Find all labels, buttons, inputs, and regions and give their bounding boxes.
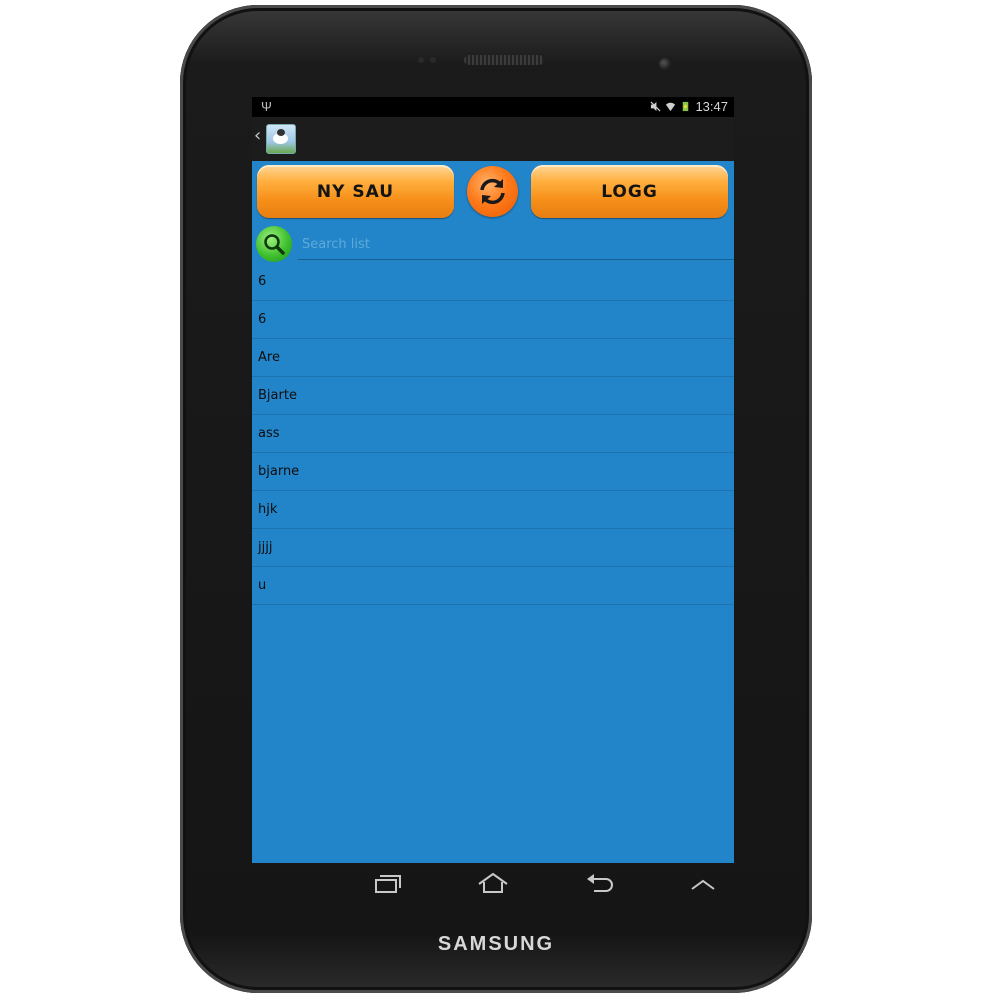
log-button-label: LOGG (601, 181, 658, 202)
status-bar: Ψ 13:47 (252, 97, 734, 117)
list-item[interactable]: 6 (252, 263, 734, 301)
back-caret-icon[interactable]: ‹ (254, 125, 261, 146)
refresh-button[interactable] (467, 166, 518, 217)
list-item[interactable]: ass (252, 415, 734, 453)
search-icon (264, 234, 285, 255)
navigation-bar (252, 863, 734, 905)
sensor-dot (418, 57, 424, 63)
search-button[interactable] (256, 226, 292, 262)
home-icon[interactable] (476, 871, 510, 897)
brand-logo: SAMSUNG (437, 933, 555, 955)
list-item[interactable]: bjarne (252, 453, 734, 491)
log-button[interactable]: LOGG (531, 165, 728, 218)
search-input[interactable] (298, 229, 734, 260)
menu-up-icon[interactable] (688, 871, 718, 897)
battery-icon (683, 101, 689, 112)
action-bar: ‹ (252, 117, 734, 161)
sheep-list: 6 6 Are Bjarte ass bjarne hjk jjjj u (252, 263, 734, 605)
list-item[interactable]: jjjj (252, 529, 734, 567)
recent-apps-icon[interactable] (372, 871, 402, 897)
list-item[interactable]: Are (252, 339, 734, 377)
app-sheep-icon[interactable] (266, 124, 296, 154)
earpiece-speaker (464, 55, 544, 65)
front-camera (659, 58, 671, 70)
list-item[interactable]: Bjarte (252, 377, 734, 415)
back-icon[interactable] (584, 871, 614, 897)
screen: Ψ 13:47 ‹ NY SAU LOGG Search list 6 6 Ar… (252, 97, 734, 863)
status-time: 13:47 (695, 99, 728, 114)
new-sheep-button[interactable]: NY SAU (257, 165, 454, 218)
list-item[interactable]: u (252, 567, 734, 605)
refresh-icon (480, 178, 505, 205)
list-item[interactable]: 6 (252, 301, 734, 339)
list-item[interactable]: hjk (252, 491, 734, 529)
usb-icon: Ψ (261, 99, 272, 114)
wifi-icon (666, 102, 676, 112)
new-sheep-button-label: NY SAU (316, 181, 395, 202)
mute-icon (650, 101, 661, 112)
sensor-dot (430, 57, 436, 63)
